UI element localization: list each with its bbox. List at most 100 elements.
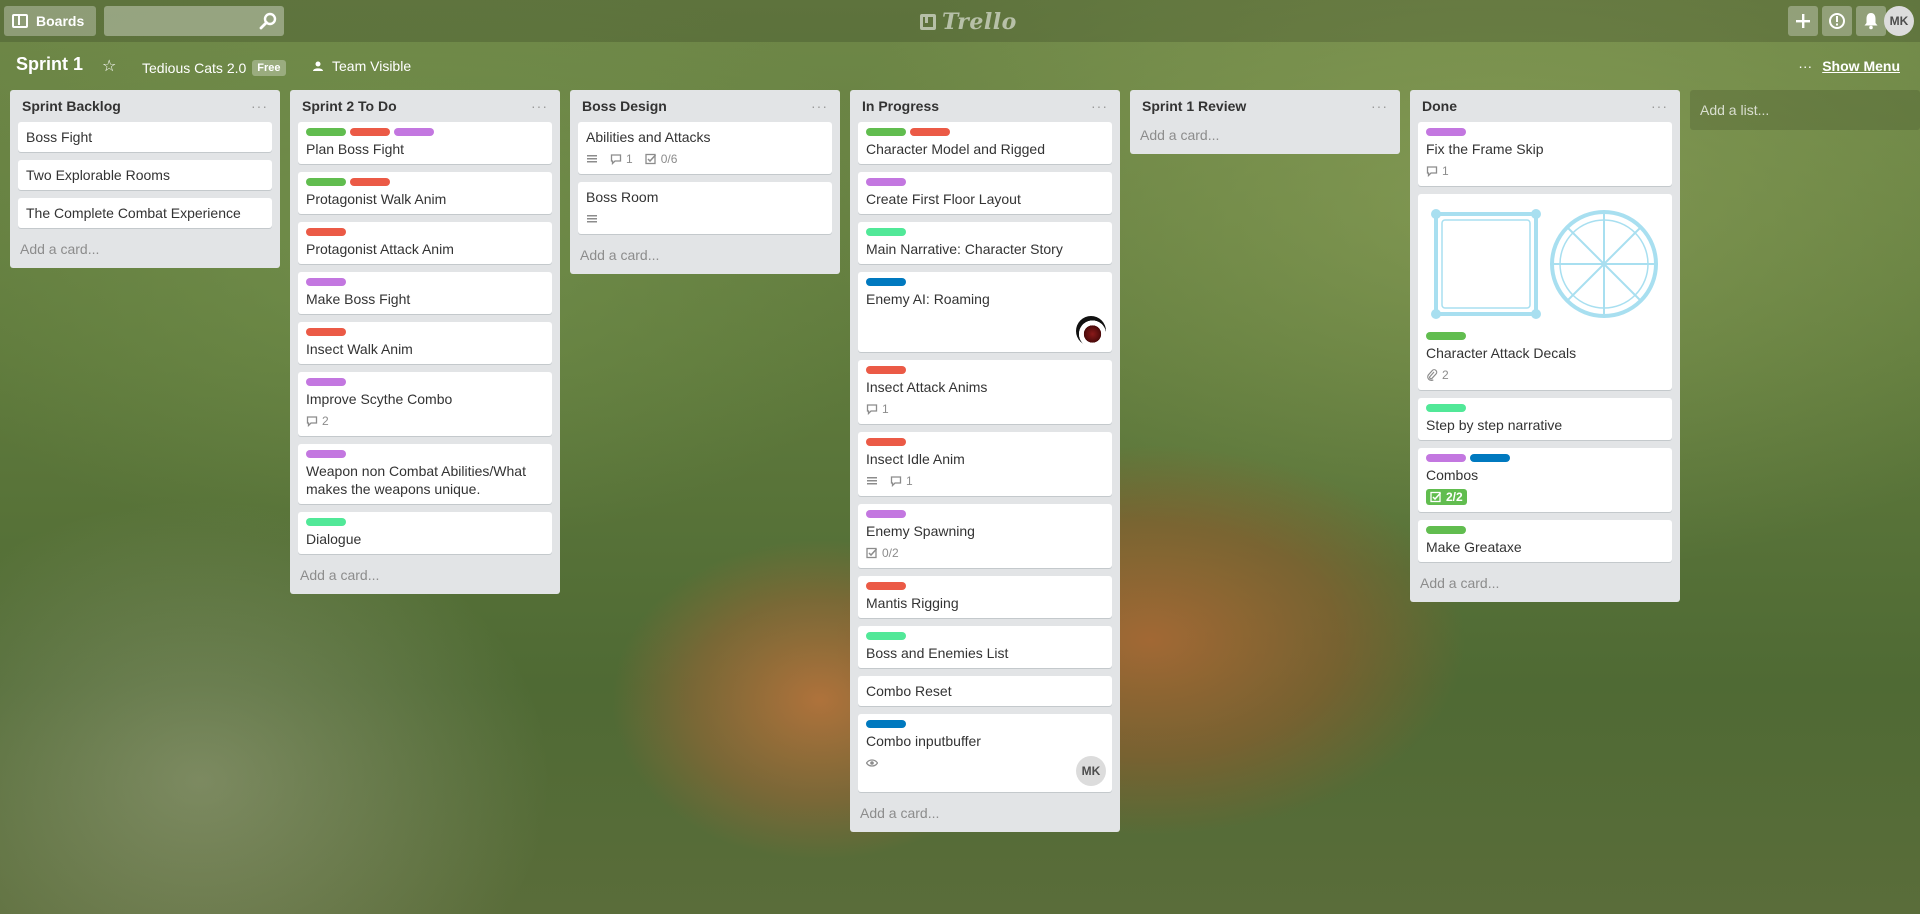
list-title[interactable]: In Progress	[862, 98, 939, 114]
label-red[interactable]	[306, 328, 346, 336]
info-icon	[1829, 13, 1845, 29]
add-button[interactable]	[1788, 6, 1818, 36]
label-blue[interactable]	[866, 278, 906, 286]
plan-badge: Free	[252, 60, 286, 76]
label-lime[interactable]	[306, 518, 346, 526]
add-list-button[interactable]: Add a list...	[1690, 90, 1920, 130]
card[interactable]: Create First Floor Layout	[858, 172, 1112, 214]
visibility-button[interactable]: Team Visible	[312, 58, 411, 74]
search-input[interactable]	[104, 6, 284, 36]
label-purple[interactable]	[866, 178, 906, 186]
label-red[interactable]	[350, 128, 390, 136]
card[interactable]: Character Model and Rigged	[858, 122, 1112, 164]
add-card-button[interactable]: Add a card...	[578, 242, 832, 274]
card[interactable]: Improve Scythe Combo 2	[298, 372, 552, 436]
list-menu-icon[interactable]: ···	[1651, 98, 1668, 114]
card[interactable]: Main Narrative: Character Story	[858, 222, 1112, 264]
add-card-button[interactable]: Add a card...	[298, 562, 552, 594]
list-sprint-backlog: Sprint Backlog ··· Boss Fight Two Explorabl…	[10, 90, 280, 268]
card[interactable]: Enemy Spawning 0/2	[858, 504, 1112, 568]
team-button[interactable]: Tedious Cats 2.0 Free	[134, 58, 294, 78]
card[interactable]: Enemy AI: Roaming	[858, 272, 1112, 352]
card[interactable]: Two Explorable Rooms	[18, 160, 272, 190]
list-title[interactable]: Sprint 1 Review	[1142, 98, 1246, 114]
show-menu-button[interactable]: ··· Show Menu	[1798, 58, 1900, 74]
label-purple[interactable]	[1426, 454, 1466, 462]
list-menu-icon[interactable]: ···	[1091, 98, 1108, 114]
label-lime[interactable]	[866, 632, 906, 640]
board-title[interactable]: Sprint 1	[16, 54, 83, 75]
label-green[interactable]	[1426, 526, 1466, 534]
add-card-button[interactable]: Add a card...	[1138, 122, 1392, 154]
label-green[interactable]	[1426, 332, 1466, 340]
list-menu-icon[interactable]: ···	[531, 98, 548, 114]
label-green[interactable]	[306, 178, 346, 186]
add-card-button[interactable]: Add a card...	[858, 800, 1112, 832]
label-purple[interactable]	[394, 128, 434, 136]
card[interactable]: Plan Boss Fight	[298, 122, 552, 164]
add-card-button[interactable]: Add a card...	[1418, 570, 1672, 602]
label-green[interactable]	[306, 128, 346, 136]
boards-button[interactable]: Boards	[4, 6, 96, 36]
card[interactable]: Make Boss Fight	[298, 272, 552, 314]
card[interactable]: Step by step narrative	[1418, 398, 1672, 440]
label-lime[interactable]	[1426, 404, 1466, 412]
card[interactable]: Combo Reset	[858, 676, 1112, 706]
label-red[interactable]	[866, 366, 906, 374]
user-avatar[interactable]: MK	[1884, 6, 1914, 36]
card[interactable]: Abilities and Attacks 1 0/6	[578, 122, 832, 174]
list-menu-icon[interactable]: ···	[811, 98, 828, 114]
card[interactable]: Make Greataxe	[1418, 520, 1672, 562]
member-avatar[interactable]: MK	[1076, 756, 1106, 786]
label-red[interactable]	[350, 178, 390, 186]
card-title: Character Model and Rigged	[866, 141, 1045, 157]
card[interactable]: Character Attack Decals 2	[1418, 194, 1672, 390]
card[interactable]: Insect Walk Anim	[298, 322, 552, 364]
card[interactable]: Combos 2/2	[1418, 448, 1672, 512]
card[interactable]: Boss Fight	[18, 122, 272, 152]
card-title: Enemy Spawning	[866, 523, 975, 539]
label-red[interactable]	[866, 582, 906, 590]
card[interactable]: Mantis Rigging	[858, 576, 1112, 618]
card[interactable]: Fix the Frame Skip 1	[1418, 122, 1672, 186]
star-icon[interactable]: ☆	[102, 56, 116, 76]
top-nav-bar: Boards Trello MK	[0, 0, 1920, 42]
list-title[interactable]: Sprint Backlog	[22, 98, 121, 114]
list-title[interactable]: Done	[1422, 98, 1457, 114]
team-name: Tedious Cats 2.0	[142, 60, 247, 76]
card-labels	[866, 128, 1104, 136]
label-purple[interactable]	[866, 510, 906, 518]
label-red[interactable]	[866, 438, 906, 446]
label-lime[interactable]	[866, 228, 906, 236]
list-title[interactable]: Sprint 2 To Do	[302, 98, 397, 114]
label-purple[interactable]	[306, 450, 346, 458]
card[interactable]: Insect Attack Anims 1	[858, 360, 1112, 424]
card[interactable]: Weapon non Combat Abilities/What makes t…	[298, 444, 552, 504]
label-blue[interactable]	[866, 720, 906, 728]
add-card-button[interactable]: Add a card...	[18, 236, 272, 268]
label-purple[interactable]	[1426, 128, 1466, 136]
info-button[interactable]	[1822, 6, 1852, 36]
card-labels	[866, 510, 1104, 518]
label-purple[interactable]	[306, 278, 346, 286]
label-green[interactable]	[866, 128, 906, 136]
list-menu-icon[interactable]: ···	[1371, 98, 1388, 114]
card[interactable]: Boss and Enemies List	[858, 626, 1112, 668]
label-red[interactable]	[306, 228, 346, 236]
card[interactable]: Dialogue	[298, 512, 552, 554]
member-avatar[interactable]	[1076, 316, 1106, 346]
search-icon[interactable]	[258, 11, 278, 31]
label-blue[interactable]	[1470, 454, 1510, 462]
label-purple[interactable]	[306, 378, 346, 386]
list-menu-icon[interactable]: ···	[251, 98, 268, 114]
card[interactable]: Protagonist Walk Anim	[298, 172, 552, 214]
card[interactable]: Protagonist Attack Anim	[298, 222, 552, 264]
card[interactable]: The Complete Combat Experience	[18, 198, 272, 228]
list-title[interactable]: Boss Design	[582, 98, 667, 114]
trello-logo[interactable]: Trello	[920, 9, 1017, 35]
notifications-button[interactable]	[1856, 6, 1886, 36]
card[interactable]: Combo inputbuffer MK	[858, 714, 1112, 792]
card[interactable]: Insect Idle Anim 1	[858, 432, 1112, 496]
card[interactable]: Boss Room	[578, 182, 832, 234]
label-red[interactable]	[910, 128, 950, 136]
